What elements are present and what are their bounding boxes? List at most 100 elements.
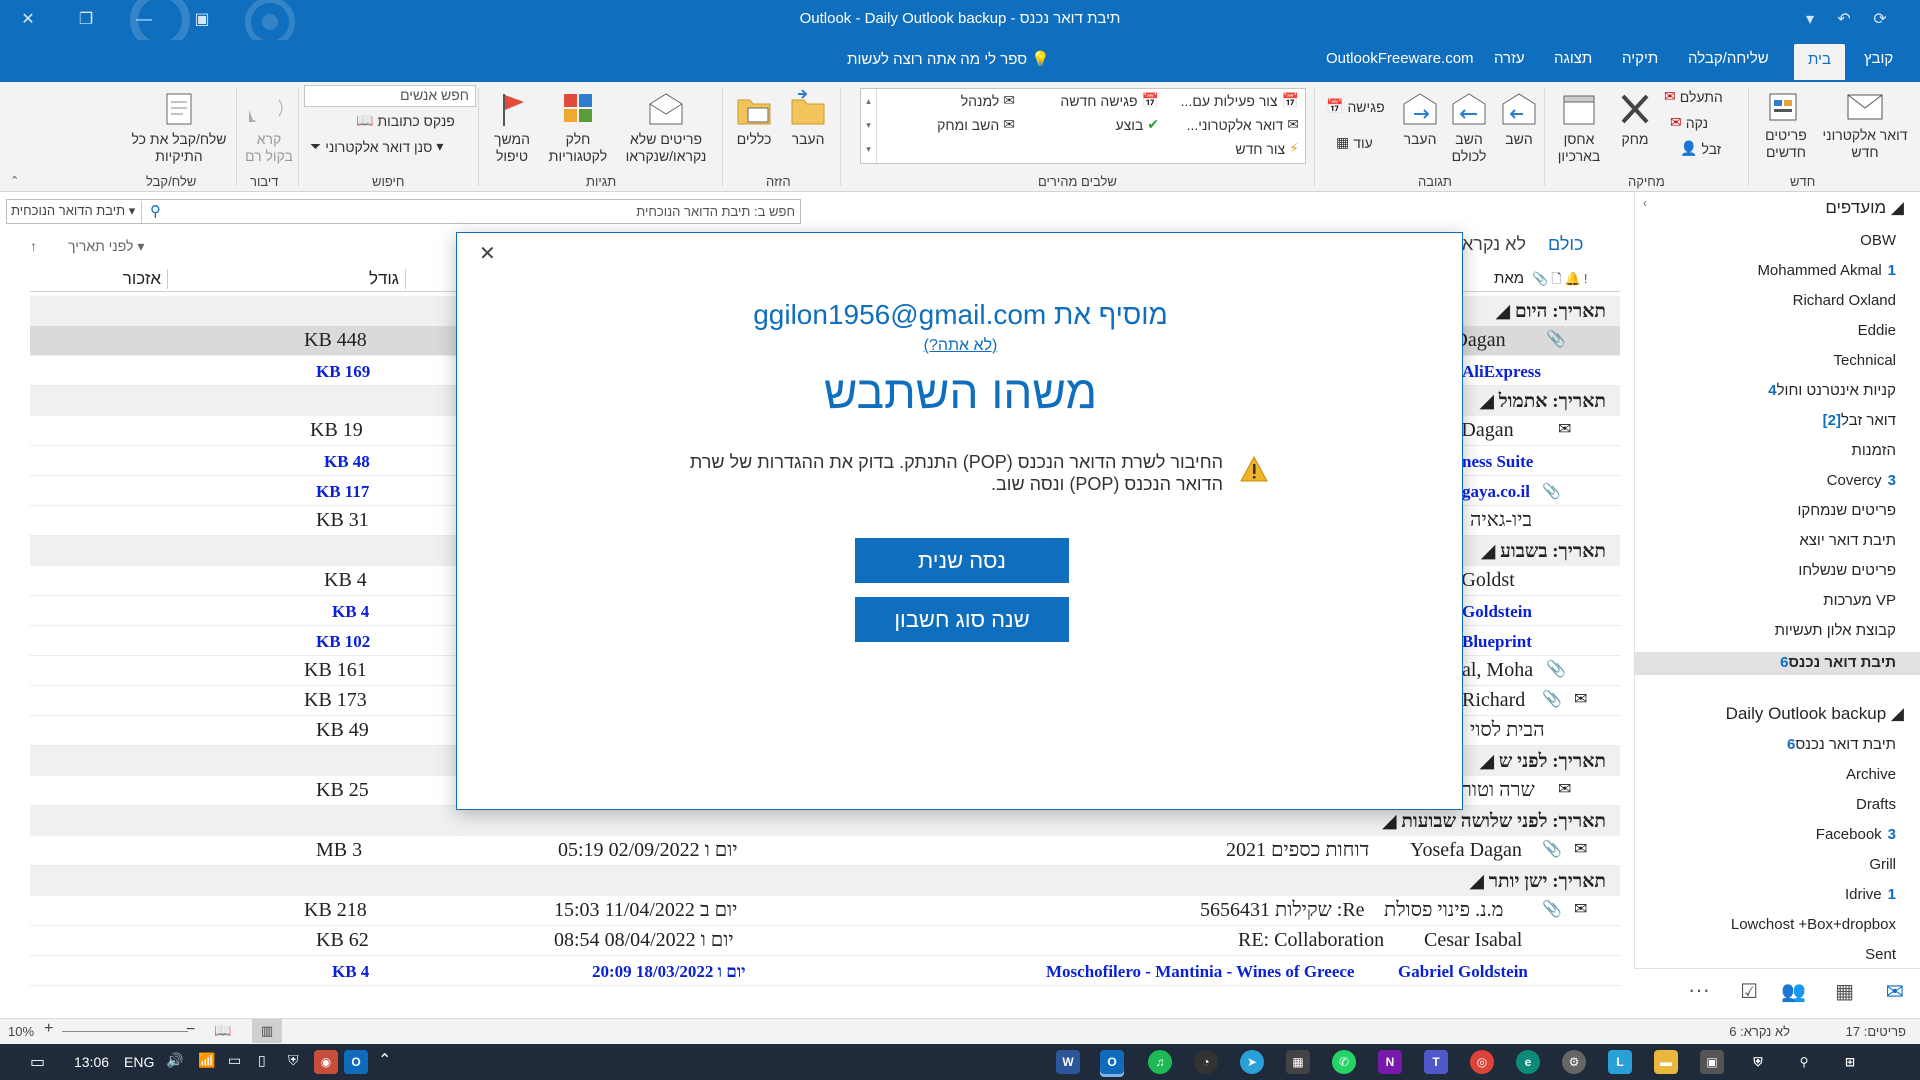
quick-step-new-meeting[interactable]: 📅 פגישה חדשה [1060, 92, 1159, 109]
zoom-in-icon[interactable]: + [44, 1020, 53, 1038]
folder-item[interactable]: תיבת דואר נכנס6 [1635, 652, 1920, 675]
delete-button[interactable]: מחק [1608, 90, 1662, 148]
zoom-out-icon[interactable]: − [186, 1021, 195, 1039]
ignore-button[interactable]: התעלם ✉ [1664, 88, 1723, 105]
security-app-icon[interactable]: ⛨ [1746, 1050, 1770, 1074]
folder-item[interactable]: פריטים שנמחקו [1798, 502, 1897, 519]
tab-help[interactable]: עזרה [1494, 50, 1525, 67]
normal-view-icon[interactable]: ▥ [252, 1019, 282, 1043]
folder-item[interactable]: Drafts [1856, 796, 1896, 813]
folder-item[interactable]: Facebook 3 [1816, 826, 1896, 843]
junk-button[interactable]: זבל 👤 [1680, 140, 1721, 157]
folder-item[interactable]: Mohammed Akmal 1 [1757, 262, 1896, 279]
clean-up-button[interactable]: נקה ✉ [1670, 114, 1708, 131]
telegram-app-icon[interactable]: ➤ [1240, 1050, 1264, 1074]
mail-nav-icon[interactable]: ✉ [1886, 979, 1904, 1005]
folder-item[interactable]: תיבת דואר יוצא [1799, 532, 1896, 549]
calculator-app-icon[interactable]: ▦ [1286, 1050, 1310, 1074]
more-nav-icon[interactable]: ··· [1688, 977, 1710, 1003]
show-hidden-icons-icon[interactable]: ⌃ [378, 1050, 391, 1070]
meeting-button[interactable]: פגישה 📅 [1326, 98, 1385, 115]
message-row[interactable]: KB 218 יום ב 11/04/2022 15:03 Re: שקילות… [30, 896, 1620, 926]
settings-app-icon[interactable]: ⚙ [1562, 1050, 1586, 1074]
more-respond-button[interactable]: עוד ▦ [1336, 134, 1373, 151]
tasks-nav-icon[interactable]: ☑ [1740, 979, 1758, 1004]
message-row[interactable]: MB 3 יום ו 02/09/2022 05:19 דוחות כספים … [30, 836, 1620, 866]
quick-step-create-new[interactable]: ⚡ צור חדש [1235, 140, 1299, 157]
unread-read-button[interactable]: פריטים שלא נקראו/שנקראו [614, 90, 718, 165]
group-header-older[interactable]: תאריך: ישן יותר ◢ [30, 866, 1620, 896]
wifi-icon[interactable]: 📶 [198, 1052, 215, 1069]
not-you-link[interactable]: (לא אתה?) [457, 337, 1464, 355]
folder-item[interactable]: Grill [1869, 856, 1896, 873]
tray-app-icon[interactable]: ◉ [314, 1050, 338, 1074]
tab-home[interactable]: בית [1794, 44, 1845, 80]
new-items-button[interactable]: פריטים חדשים [1752, 90, 1820, 161]
taskbar-language[interactable]: ENG [124, 1054, 154, 1070]
change-account-type-button[interactable]: שנה סוג חשבון [855, 597, 1069, 642]
folder-item[interactable]: Richard Oxland [1793, 292, 1896, 309]
search-scope-dropdown[interactable]: ▾ תיבת הדואר הנוכחית [11, 203, 135, 219]
tab-folder[interactable]: תיקיה [1622, 50, 1658, 67]
favorites-header[interactable]: ◢ מועדפים [1825, 198, 1904, 218]
spotify-app-icon[interactable]: ♫ [1148, 1050, 1172, 1074]
folder-item[interactable]: Lowchost +Box+dropbox [1731, 916, 1896, 933]
teams-app-icon[interactable]: T [1424, 1050, 1448, 1074]
word-app-icon[interactable]: W [1056, 1050, 1080, 1074]
message-row[interactable]: KB 4 יום ו 18/03/2022 20:09 Moschofilero… [30, 956, 1620, 986]
edge-app-icon[interactable]: e [1516, 1050, 1540, 1074]
archive-button[interactable]: אחסן בארכיון [1548, 90, 1610, 165]
quick-step-create-activity[interactable]: 📅 צור פעילות עם... [1181, 92, 1299, 109]
folder-item[interactable]: דואר זבל[2] [1817, 412, 1896, 429]
reply-all-button[interactable]: השב לכולם [1444, 90, 1494, 165]
message-row[interactable]: KB 62 יום ו 08/04/2022 08:54 RE: Collabo… [30, 926, 1620, 956]
folder-item[interactable]: Eddie [1858, 322, 1896, 339]
forward-button[interactable]: העבר [1396, 90, 1444, 148]
calendar-nav-icon[interactable]: ▦ [1835, 979, 1854, 1004]
outlook-tray-icon[interactable]: O [344, 1050, 368, 1074]
tab-outlookfreeware[interactable]: OutlookFreeware.com [1326, 50, 1474, 67]
folder-item[interactable]: Covercy 3 [1827, 472, 1896, 489]
file-explorer-icon[interactable]: ▬ [1654, 1050, 1678, 1074]
quick-step-to-manager[interactable]: ✉ למנהל [961, 92, 1015, 109]
account-header[interactable]: ◢ Daily Outlook backup [1726, 704, 1904, 724]
start-button-icon[interactable]: ⊞ [1838, 1050, 1862, 1074]
tell-me-search[interactable]: 💡 ספר לי מה אתה רוצה לעשות [847, 50, 1050, 68]
usb-icon[interactable]: ▯ [258, 1052, 266, 1069]
chrome-app-icon[interactable]: ◎ [1470, 1050, 1494, 1074]
customize-toolbar-icon[interactable]: ▾ [1798, 8, 1822, 32]
search-people-input[interactable]: חפש אנשים [304, 85, 476, 107]
folder-item[interactable]: תיבת דואר נכנס6 [1781, 736, 1896, 753]
l-app-icon[interactable]: L [1608, 1050, 1632, 1074]
rules-button[interactable]: כללים [728, 90, 780, 148]
search-input[interactable]: ⚲ חפש ב: תיבת הדואר הנוכחית [141, 201, 801, 223]
tab-send-receive[interactable]: שליחה/קבלה [1688, 50, 1769, 67]
folder-item[interactable]: OBW [1860, 232, 1896, 249]
send-receive-all-button[interactable]: שלח/קבל את כל התיקיות [126, 90, 232, 165]
speedometer-app-icon[interactable]: ◔ [1194, 1050, 1218, 1074]
folder-item[interactable]: VP מערכות [1823, 592, 1896, 609]
retry-button[interactable]: נסה שנית [855, 538, 1069, 583]
quick-step-reply-delete[interactable]: ✉ השב ומחק [937, 116, 1015, 133]
follow-up-button[interactable]: המשך טיפול [482, 90, 542, 165]
folder-item[interactable]: Idrive 1 [1845, 886, 1896, 903]
reply-button[interactable]: השב [1494, 90, 1544, 148]
folder-item[interactable]: קבוצת אלון תעשיות [1775, 622, 1896, 639]
tab-view[interactable]: תצוגה [1554, 50, 1592, 67]
address-book-button[interactable]: פנקס כתובות 📖 [356, 112, 455, 129]
battery-icon[interactable]: ▭ [228, 1052, 241, 1069]
folder-item[interactable]: קניות אינטרנט וחול4 [1762, 382, 1896, 399]
security-tray-icon[interactable]: ⛨ [288, 1052, 299, 1069]
taskbar-search-icon[interactable]: ⚲ [1792, 1050, 1816, 1074]
taskbar-clock[interactable]: 13:06 [74, 1054, 109, 1070]
folder-item[interactable]: Archive [1846, 766, 1896, 783]
quick-steps-scroll[interactable]: ▴ ▾ ▾ [861, 89, 877, 163]
outlook-app-icon[interactable]: O [1100, 1050, 1124, 1074]
folder-item[interactable]: Sent [1865, 946, 1896, 963]
group-header-three-weeks[interactable]: תאריך: לפני שלושה שבועות ◢ [30, 806, 1620, 836]
people-nav-icon[interactable]: 👥 [1781, 979, 1806, 1004]
folder-item[interactable]: Technical [1833, 352, 1896, 369]
new-email-button[interactable]: דואר אלקטרוני חדש [1820, 90, 1910, 161]
whatsapp-app-icon[interactable]: ✆ [1332, 1050, 1356, 1074]
move-button[interactable]: העבר [780, 90, 836, 148]
